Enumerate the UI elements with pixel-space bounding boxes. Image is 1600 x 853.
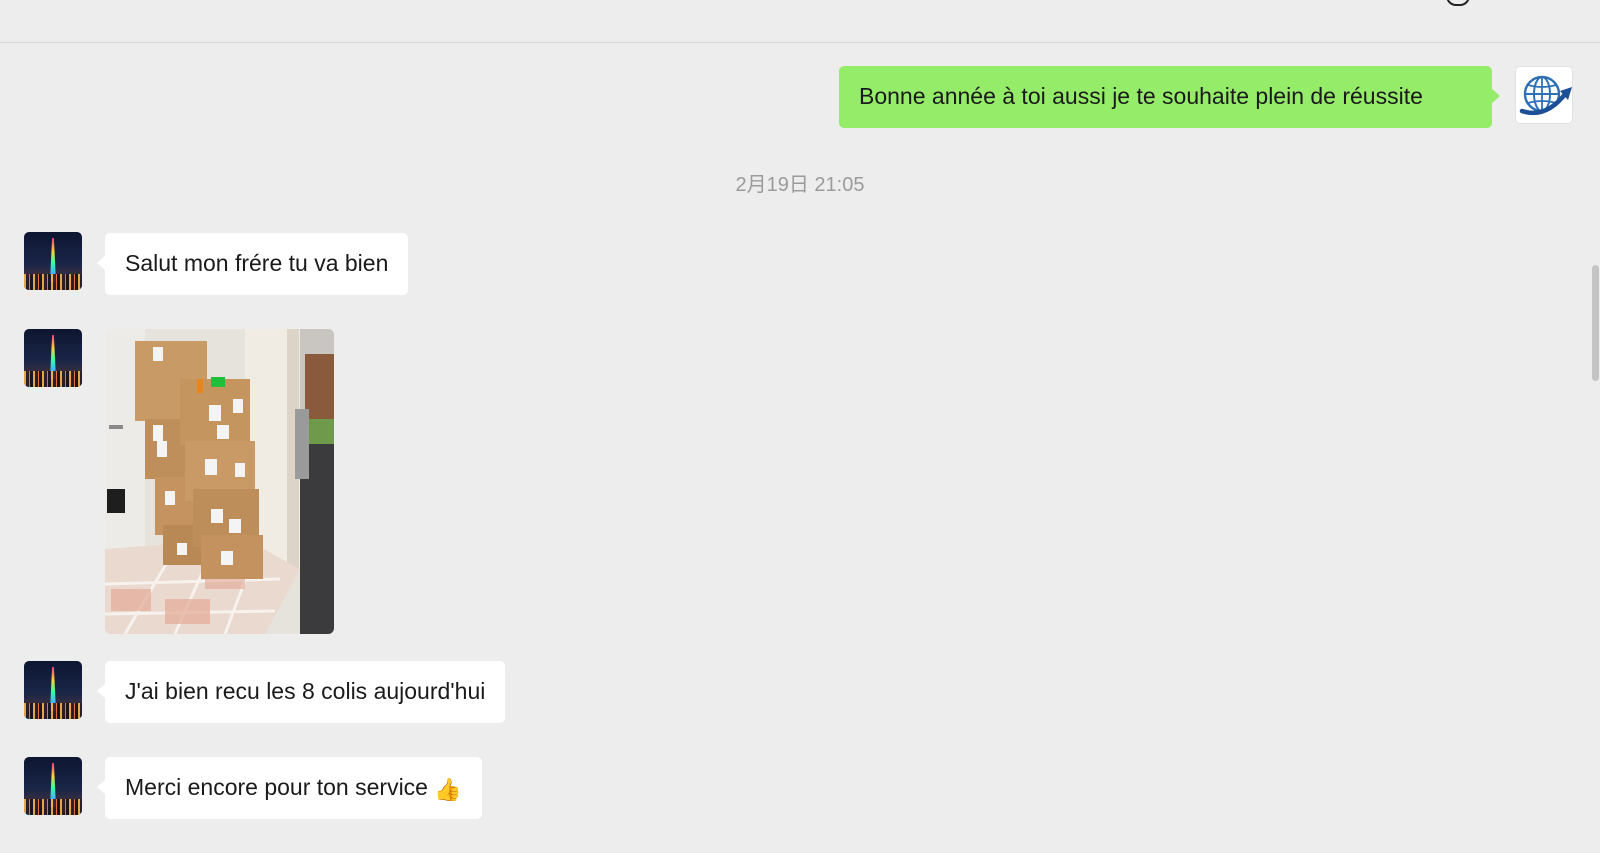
image-message[interactable] xyxy=(105,329,334,634)
message-timestamp: 2月19日 21:05 xyxy=(735,174,865,196)
globe-arrow-icon xyxy=(1519,75,1572,116)
chat-bubble-icon[interactable] xyxy=(1446,0,1470,6)
chat-header xyxy=(0,0,1600,43)
contact-avatar[interactable] xyxy=(24,232,82,290)
message-text: Merci encore pour ton service xyxy=(125,774,428,800)
incoming-message-bubble[interactable]: J'ai bien recu les 8 colis aujourd'hui xyxy=(96,661,506,723)
chat-window: Bonne année à toi aussi je te souhaite p… xyxy=(0,0,1600,853)
incoming-message-bubble[interactable]: Salut mon frére tu va bien xyxy=(96,233,409,295)
package-photo xyxy=(105,329,334,634)
outgoing-message-bubble[interactable]: Bonne année à toi aussi je te souhaite p… xyxy=(839,66,1500,128)
my-avatar[interactable] xyxy=(1515,66,1573,124)
message-list[interactable]: Bonne année à toi aussi je te souhaite p… xyxy=(0,43,1600,853)
city-lights xyxy=(24,799,82,815)
message-text: Salut mon frére tu va bien xyxy=(125,250,389,276)
message-text: Bonne année à toi aussi je te souhaite p… xyxy=(859,83,1423,109)
contact-avatar[interactable] xyxy=(24,757,82,815)
scrollbar[interactable] xyxy=(1592,265,1599,381)
thumbs-up-emoji: 👍 xyxy=(434,778,462,803)
city-lights xyxy=(24,274,82,290)
city-lights xyxy=(24,703,82,719)
contact-avatar[interactable] xyxy=(24,661,82,719)
city-lights xyxy=(24,371,82,387)
message-text: J'ai bien recu les 8 colis aujourd'hui xyxy=(125,678,486,704)
contact-avatar[interactable] xyxy=(24,329,82,387)
incoming-message-bubble[interactable]: Merci encore pour ton service 👍 xyxy=(97,757,482,819)
